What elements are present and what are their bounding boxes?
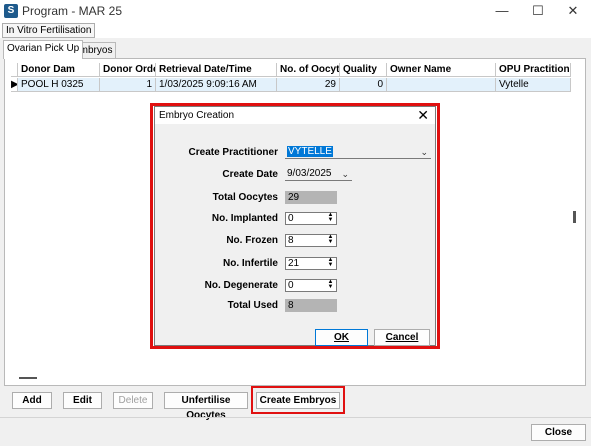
add-button[interactable]: Add bbox=[12, 392, 52, 409]
app-icon: S bbox=[4, 4, 18, 18]
title-bar: S Program - MAR 25 — ☐ ✕ bbox=[0, 0, 591, 22]
cell-oocytes[interactable]: 29 bbox=[277, 78, 340, 92]
minimize-button[interactable]: — bbox=[484, 0, 520, 22]
table-row[interactable]: ▶ POOL H 0325 1 1/03/2025 9:09:16 AM 29 … bbox=[11, 78, 571, 93]
cell-donor-dam[interactable]: POOL H 0325 bbox=[18, 78, 100, 92]
cell-retrieval-date[interactable]: 1/03/2025 9:09:16 AM bbox=[156, 78, 277, 92]
column-header[interactable]: OPU Practitioner bbox=[496, 63, 571, 77]
cell-owner-name[interactable] bbox=[387, 78, 496, 92]
column-header[interactable]: No. of Oocytes bbox=[277, 63, 340, 77]
column-header[interactable]: Donor Dam bbox=[18, 63, 100, 77]
column-header[interactable]: Owner Name bbox=[387, 63, 496, 77]
header-indicator bbox=[11, 63, 18, 77]
cell-donor-order[interactable]: 1 bbox=[100, 78, 156, 92]
edit-button[interactable]: Edit bbox=[63, 392, 102, 409]
window-title: Program - MAR 25 bbox=[22, 4, 123, 18]
menu-bar: In Vitro Fertilisation bbox=[0, 22, 591, 38]
scrollbar-thumb[interactable] bbox=[573, 211, 576, 223]
cell-quality[interactable]: 0 bbox=[340, 78, 387, 92]
column-header[interactable]: Retrieval Date/Time bbox=[156, 63, 277, 77]
column-header[interactable]: Quality bbox=[340, 63, 387, 77]
window-close-button[interactable]: ✕ bbox=[555, 0, 591, 22]
grid-header: Donor Dam Donor Order Retrieval Date/Tim… bbox=[11, 63, 571, 78]
maximize-button[interactable]: ☐ bbox=[520, 0, 556, 22]
splitter-handle[interactable] bbox=[19, 377, 37, 379]
row-indicator-icon: ▶ bbox=[11, 78, 18, 92]
cell-opu-practitioner[interactable]: Vytelle bbox=[496, 78, 571, 92]
delete-button[interactable]: Delete bbox=[113, 392, 153, 409]
menu-item-ivf[interactable]: In Vitro Fertilisation bbox=[2, 23, 96, 38]
tab-ovarian-pick-up[interactable]: Ovarian Pick Up bbox=[3, 40, 84, 59]
column-header[interactable]: Donor Order bbox=[100, 63, 156, 77]
highlight-outline-dialog bbox=[150, 103, 440, 349]
close-button[interactable]: Close bbox=[531, 424, 586, 441]
unfertilise-oocytes-button[interactable]: Unfertilise Oocytes bbox=[164, 392, 248, 421]
highlight-outline-create-embryos bbox=[251, 386, 345, 414]
tab-strip: Ovarian Pick Up Embryos bbox=[0, 40, 591, 59]
oocyte-grid[interactable]: Donor Dam Donor Order Retrieval Date/Tim… bbox=[11, 63, 571, 93]
footer-divider bbox=[0, 417, 591, 418]
